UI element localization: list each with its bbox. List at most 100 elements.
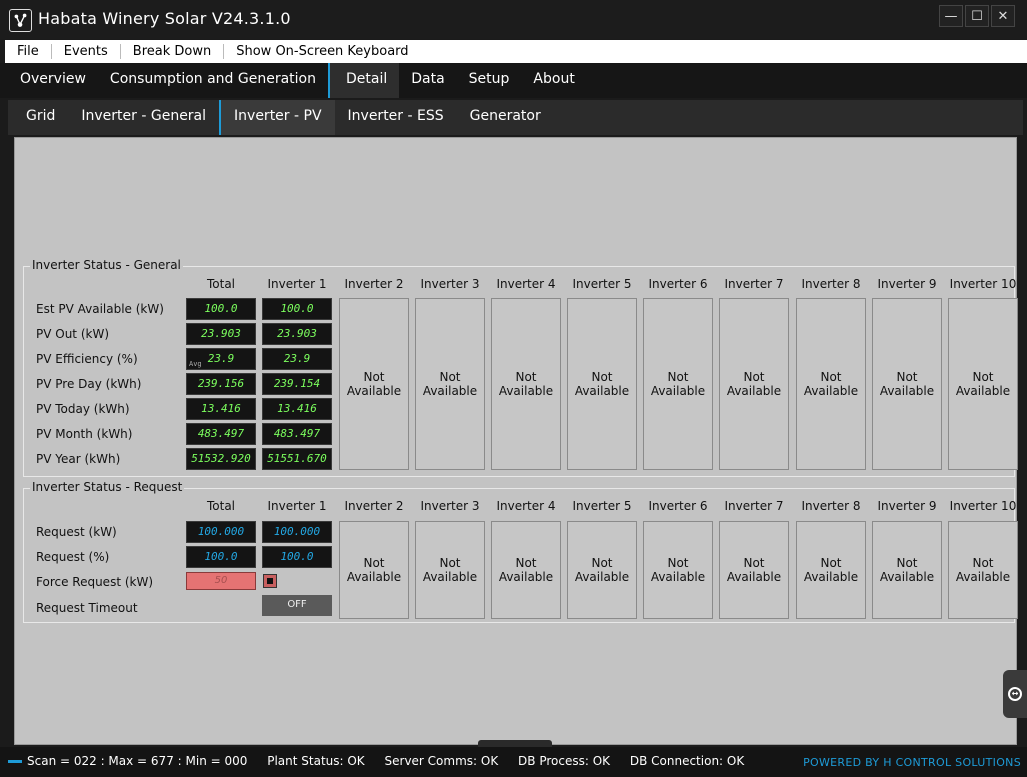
not-available-panel: Not Available [567, 521, 637, 619]
group-title: Inverter Status - Request [30, 480, 185, 494]
column-header: Inverter 7 [724, 277, 784, 291]
not-available-panel: Not Available [796, 298, 866, 470]
not-available-panel: Not Available [567, 298, 637, 470]
inverter1-value: 23.9 [262, 348, 332, 370]
plant-status: Plant Status: OK [267, 754, 365, 768]
request-inverter1-value: 100.0 [262, 546, 332, 568]
row-label: PV Efficiency (%) [36, 352, 138, 366]
not-available-panel: Not Available [948, 298, 1018, 470]
column-header: Total [206, 277, 236, 291]
subtab-inverter-pv[interactable]: Inverter - PV [219, 100, 335, 135]
not-available-panel: Not Available [643, 298, 713, 470]
row-label: Request (kW) [36, 525, 117, 539]
total-value-text: 23.9 [207, 352, 235, 365]
not-available-panel: Not Available [872, 298, 942, 470]
force-request-checkbox[interactable] [263, 574, 277, 588]
total-value-text: 51532.920 [191, 452, 251, 465]
server-comms-status: Server Comms: OK [384, 754, 499, 768]
not-available-panel: Not Available [796, 521, 866, 619]
column-header: Inverter 3 [420, 277, 480, 291]
inverter-status-request-group: Inverter Status - Request Total Inverter … [23, 480, 1018, 623]
menu-break-down[interactable]: Break Down [121, 44, 225, 59]
tab-overview[interactable]: Overview [0, 63, 98, 98]
column-header: Inverter 2 [344, 499, 404, 513]
menu-bar: File Events Break Down Show On-Screen Ke… [5, 40, 1027, 63]
remote-support-icon: ↔ [1008, 687, 1022, 701]
total-value-text: 100.0 [204, 302, 238, 315]
tab-detail[interactable]: Detail [327, 63, 400, 98]
column-header: Inverter 10 [949, 499, 1017, 513]
force-request-input[interactable]: 50 [186, 572, 256, 590]
scan-status: Scan = 022 : Max = 677 : Min = 000 [27, 754, 248, 768]
powered-by-label: POWERED BY H CONTROL SOLUTIONS [803, 756, 1021, 769]
subtab-inverter-general[interactable]: Inverter - General [68, 100, 219, 135]
column-header: Total [206, 499, 236, 513]
column-header: Inverter 1 [267, 499, 327, 513]
inverter-status-general-group: Inverter Status - General Total Inverter … [23, 258, 1018, 477]
menu-file[interactable]: File [5, 44, 52, 59]
total-value: 23.903 [186, 323, 256, 345]
sub-tab-bar: Grid Inverter - General Inverter - PV In… [8, 100, 1023, 135]
total-value: 239.156 [186, 373, 256, 395]
inverter1-value: 483.497 [262, 423, 332, 445]
not-available-panel: Not Available [415, 298, 485, 470]
column-header: Inverter 4 [496, 499, 556, 513]
total-value: 51532.920 [186, 448, 256, 470]
row-label: Request (%) [36, 550, 110, 564]
content-panel: Inverter Status - General Total Inverter … [14, 137, 1018, 745]
column-header: Inverter 2 [344, 277, 404, 291]
column-header: Inverter 9 [877, 277, 937, 291]
row-label: PV Out (kW) [36, 327, 110, 341]
request-timeout-toggle[interactable]: OFF [262, 595, 332, 616]
row-label: PV Pre Day (kWh) [36, 377, 142, 391]
db-process-status: DB Process: OK [518, 754, 611, 768]
app-logo-icon [9, 9, 32, 32]
tab-data[interactable]: Data [399, 63, 456, 98]
main-tab-bar: Overview Consumption and Generation Deta… [0, 63, 1027, 98]
maximize-button[interactable]: ☐ [965, 5, 989, 27]
total-value-text: 13.416 [201, 402, 241, 415]
tab-setup[interactable]: Setup [457, 63, 522, 98]
row-label: PV Year (kWh) [36, 452, 121, 466]
tab-consumption-generation[interactable]: Consumption and Generation [98, 63, 328, 98]
total-value-text: 239.156 [197, 377, 245, 390]
column-header: Inverter 6 [648, 499, 708, 513]
minimize-button[interactable]: — [939, 5, 963, 27]
column-header: Inverter 3 [420, 499, 480, 513]
column-header: Inverter 5 [572, 277, 632, 291]
total-value-text: 483.497 [197, 427, 245, 440]
not-available-panel: Not Available [339, 521, 409, 619]
close-button[interactable]: ✕ [991, 5, 1015, 27]
remote-support-tab[interactable]: ↔ [1003, 670, 1027, 718]
row-label: PV Today (kWh) [36, 402, 130, 416]
column-header: Inverter 5 [572, 499, 632, 513]
not-available-panel: Not Available [643, 521, 713, 619]
column-header: Inverter 9 [877, 499, 937, 513]
total-value: 13.416 [186, 398, 256, 420]
not-available-panel: Not Available [719, 521, 789, 619]
subtab-inverter-ess[interactable]: Inverter - ESS [335, 100, 457, 135]
inverter1-value: 239.154 [262, 373, 332, 395]
title-bar: Habata Winery Solar V24.3.1.0 — ☐ ✕ [0, 0, 1027, 39]
db-connection-status: DB Connection: OK [629, 754, 745, 768]
not-available-panel: Not Available [339, 298, 409, 470]
menu-show-keyboard[interactable]: Show On-Screen Keyboard [224, 44, 420, 59]
column-header: Inverter 7 [724, 499, 784, 513]
menu-events[interactable]: Events [52, 44, 121, 59]
subtab-grid[interactable]: Grid [8, 100, 68, 135]
not-available-panel: Not Available [948, 521, 1018, 619]
tab-about[interactable]: About [521, 63, 586, 98]
not-available-panel: Not Available [491, 298, 561, 470]
inverter1-value: 51551.670 [262, 448, 332, 470]
inverter1-value: 23.903 [262, 323, 332, 345]
column-header: Inverter 10 [949, 277, 1017, 291]
group-title: Inverter Status - General [30, 258, 183, 272]
status-bar: Scan = 022 : Max = 677 : Min = 000 Plant… [0, 747, 1027, 777]
subtab-generator[interactable]: Generator [457, 100, 554, 135]
column-header: Inverter 6 [648, 277, 708, 291]
status-accent [8, 760, 22, 763]
not-available-panel: Not Available [872, 521, 942, 619]
total-value: 100.0 [186, 298, 256, 320]
not-available-panel: Not Available [491, 521, 561, 619]
total-value: 483.497 [186, 423, 256, 445]
